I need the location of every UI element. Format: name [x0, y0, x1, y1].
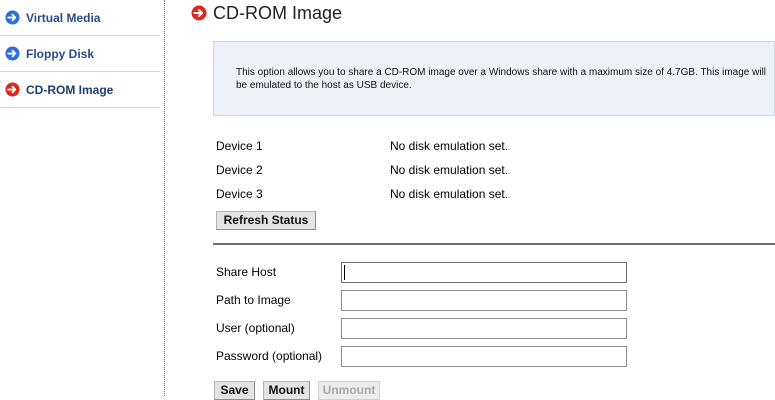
mount-button[interactable]: Mount — [263, 381, 310, 400]
share-host-input[interactable] — [341, 262, 627, 283]
device-2-label: Device 2 — [216, 163, 263, 177]
password-label: Password (optional) — [216, 349, 323, 363]
info-box: This option allows you to share a CD-ROM… — [213, 41, 775, 116]
sidebar-item-label: CD-ROM Image — [26, 83, 114, 97]
share-host-label: Share Host — [216, 265, 277, 279]
sidebar-item-floppy-disk[interactable]: Floppy Disk — [0, 36, 160, 72]
sidebar: Virtual Media Floppy Disk CD-ROM Image — [0, 0, 160, 396]
unmount-button[interactable]: Unmount — [318, 381, 380, 400]
device-1-status: No disk emulation set. — [390, 139, 509, 153]
arrow-right-circle-icon — [5, 46, 20, 61]
sidebar-item-cd-rom-image[interactable]: CD-ROM Image — [0, 72, 160, 108]
sidebar-item-virtual-media[interactable]: Virtual Media — [0, 0, 160, 36]
path-to-image-input[interactable] — [341, 290, 627, 311]
info-text: This option allows you to share a CD-ROM… — [236, 67, 767, 91]
sidebar-item-label: Virtual Media — [26, 11, 101, 25]
user-label: User (optional) — [216, 321, 295, 335]
page-title: CD-ROM Image — [213, 3, 343, 23]
password-input[interactable] — [341, 346, 627, 367]
user-input[interactable] — [341, 318, 627, 339]
text-caret — [344, 265, 345, 280]
path-to-image-label: Path to Image — [216, 293, 291, 307]
device-1-label: Device 1 — [216, 139, 263, 153]
save-button[interactable]: Save — [214, 381, 255, 400]
section-divider — [213, 243, 775, 245]
refresh-status-button[interactable]: Refresh Status — [216, 211, 316, 230]
arrow-right-circle-icon — [191, 5, 207, 21]
device-3-label: Device 3 — [216, 187, 263, 201]
sidebar-divider — [164, 0, 165, 396]
arrow-right-circle-icon — [5, 10, 20, 25]
device-2-status: No disk emulation set. — [390, 163, 509, 177]
arrow-right-circle-icon — [5, 82, 20, 97]
sidebar-item-label: Floppy Disk — [26, 47, 95, 61]
device-3-status: No disk emulation set. — [390, 187, 509, 201]
